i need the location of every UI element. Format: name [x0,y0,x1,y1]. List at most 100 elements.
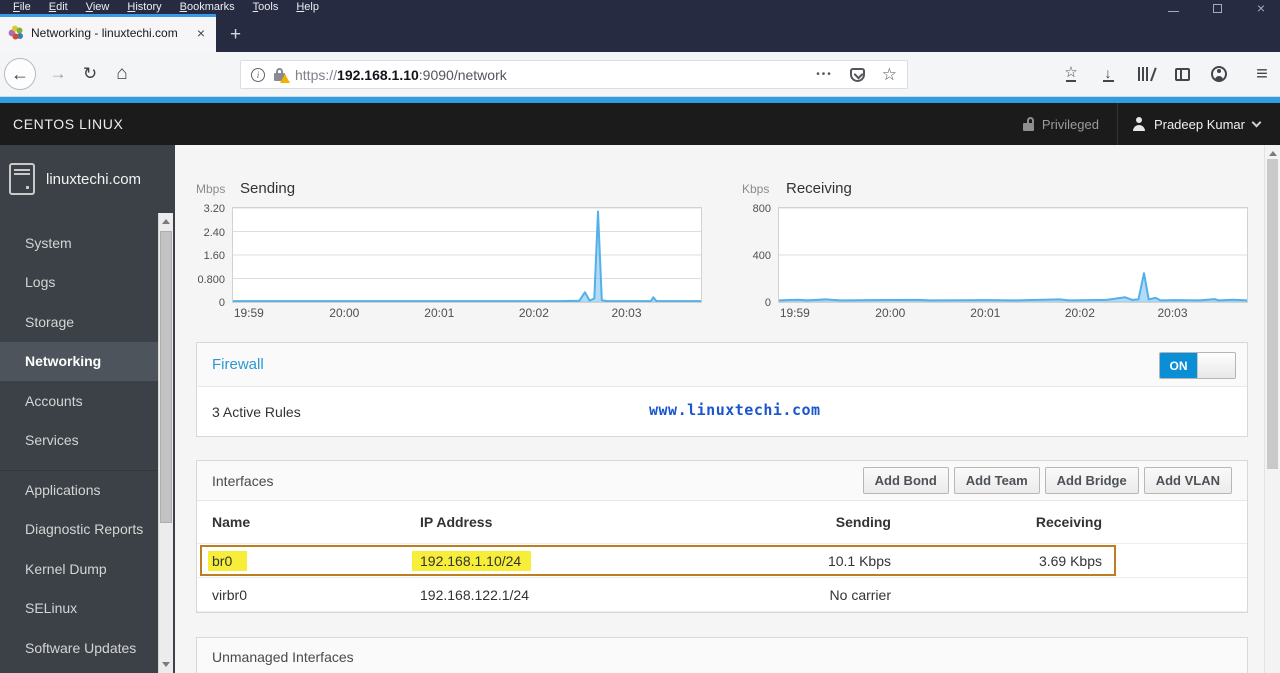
browser-toolbar: ← → ↻ ⌂ i https://192.168.1.10:9090/netw… [0,52,1280,97]
close-window-button[interactable]: × [1254,1,1268,15]
tab-title: Networking - linuxtechi.com [31,26,178,40]
firewall-card-body: 3 Active Rules www.linuxtechi.com [197,387,1247,437]
forward-button[interactable]: → [42,58,74,90]
scroll-up-icon[interactable] [162,219,170,224]
download-arrow: ↓ [1104,64,1112,81]
y-axis-labels: 0 0.800 1.60 2.40 3.20 [196,203,232,309]
watermark-text: www.linuxtechi.com [649,401,821,419]
y-tick-label: 3.20 [203,203,225,215]
menu-hamburger-icon[interactable]: ≡ [1250,62,1274,86]
x-tick-label: 20:02 [1064,306,1095,320]
forward-icon: → [49,64,67,83]
add-bridge-button[interactable]: Add Bridge [1044,467,1139,494]
add-team-button[interactable]: Add Team [953,467,1040,494]
sidebar-item-networking[interactable]: Networking [0,341,159,381]
user-menu[interactable]: Pradeep Kumar [1118,103,1274,145]
site-info-icon[interactable]: i [251,67,265,82]
x-tick-label: 19:59 [779,306,810,320]
chart-title: Sending [240,180,296,197]
menu-item-help[interactable]: Help [287,0,328,14]
interface-sending: 10.1 Kbps [827,552,891,569]
x-tick-label: 20:03 [1157,306,1188,320]
sidebar-item-kernel-dump[interactable]: Kernel Dump [0,549,159,589]
page-scrollbar-thumb[interactable] [1267,159,1278,469]
minimize-button[interactable] [1166,1,1180,15]
close-tab-icon[interactable]: × [194,25,208,41]
sidebar-scrollbar-thumb[interactable] [160,231,172,523]
menu-item-tools[interactable]: Tools [244,0,288,14]
firewall-link[interactable]: Firewall [212,356,264,373]
y-tick-label: 0 [764,297,771,309]
restore-button[interactable] [1210,1,1224,15]
url-bar[interactable]: i https://192.168.1.10:9090/network ••• … [240,60,908,89]
insecure-lock-icon[interactable] [274,67,290,83]
pocket-icon[interactable] [849,67,865,82]
browser-tab-networking[interactable]: Networking - linuxtechi.com × [0,14,216,52]
chart-header: Mbps Sending [196,175,702,207]
menu-item-edit[interactable]: Edit [40,0,77,14]
firewall-toggle[interactable]: ON [1159,352,1236,379]
sidebar-item-software-updates[interactable]: Software Updates [0,628,159,668]
main-content: Mbps Sending 0 0.800 1.60 2.40 3.20 19:59 20:… [175,145,1280,673]
add-bond-button[interactable]: Add Bond [862,467,949,494]
sidebar-item-diagnostic-reports[interactable]: Diagnostic Reports [0,510,159,550]
back-icon: ← [11,63,29,84]
table-row-br0[interactable]: br0 192.168.1.10/24 10.1 Kbps 3.69 Kbps [197,544,1247,578]
browser-menu-bar: File Edit View History Bookmarks Tools H… [0,0,1280,14]
downloads-icon[interactable]: ↓ [1096,62,1120,86]
browser-tab-bar: Networking - linuxtechi.com × + [0,14,1280,52]
column-receiving: Receiving [1035,514,1102,530]
restore-icon [1212,3,1222,13]
active-tab-stripe [0,14,216,17]
sidebar-item-system[interactable]: System [0,223,159,263]
unlocked-padlock-icon [1022,117,1035,131]
interfaces-card-header: Interfaces Add Bond Add Team Add Bridge … [197,461,1247,501]
privileged-indicator[interactable]: Privileged [1005,103,1117,145]
scroll-up-icon[interactable] [1269,151,1277,156]
star-glyph: ☆ [1064,64,1078,81]
url-text: https://192.168.1.10:9090/network [295,67,507,83]
sidebar-item-accounts[interactable]: Accounts [0,381,159,421]
sidebar-scrollbar[interactable] [158,213,173,673]
new-tab-button[interactable]: + [216,18,255,52]
menu-item-file[interactable]: File [4,0,40,14]
home-button[interactable]: ⌂ [106,58,138,90]
brand-title: CENTOS LINUX [13,116,124,132]
chart-unit-label: Kbps [742,182,770,196]
scroll-down-icon[interactable] [162,662,170,667]
chart-unit-label: Mbps [196,182,226,196]
library-icon[interactable] [1133,62,1157,86]
page-actions-icon[interactable]: ••• [816,69,833,80]
cockpit-favicon-icon [8,25,24,41]
server-icon [9,163,35,195]
minimize-icon [1167,10,1179,12]
table-row-virbr0[interactable]: virbr0 192.168.122.1/24 No carrier [197,578,1247,612]
page-scrollbar[interactable] [1264,145,1280,673]
reload-button[interactable]: ↻ [74,58,106,90]
sidebar-item-selinux[interactable]: SELinux [0,589,159,629]
save-to-bookmarks-icon[interactable]: ☆ [1059,62,1083,86]
sidebar-item-applications[interactable]: Applications [0,470,159,510]
chart-plot [778,207,1248,303]
account-icon[interactable] [1207,62,1231,86]
y-axis-labels: 0 400 800 [742,203,778,309]
toggle-knob[interactable] [1197,353,1235,378]
reload-icon: ↻ [82,64,98,83]
x-tick-label: 20:02 [518,306,549,320]
window-controls: × [1166,1,1268,15]
sidebar-item-storage[interactable]: Storage [0,302,159,342]
add-vlan-button[interactable]: Add VLAN [1143,467,1232,494]
user-name: Pradeep Kumar [1153,116,1245,132]
back-button[interactable]: ← [4,58,36,90]
sidebar-toggle-icon[interactable] [1170,62,1194,86]
library-books [1138,67,1157,82]
menu-item-bookmarks[interactable]: Bookmarks [171,0,244,14]
menu-item-history[interactable]: History [118,0,170,14]
sidebar-item-services[interactable]: Services [0,421,159,461]
sending-chart: Mbps Sending 0 0.800 1.60 2.40 3.20 19:59 20:… [196,175,702,320]
star-bar [1066,80,1076,82]
menu-item-view[interactable]: View [77,0,119,14]
bookmark-star-icon[interactable]: ☆ [882,66,897,83]
sidebar-item-logs[interactable]: Logs [0,263,159,303]
close-icon: × [1256,0,1266,16]
